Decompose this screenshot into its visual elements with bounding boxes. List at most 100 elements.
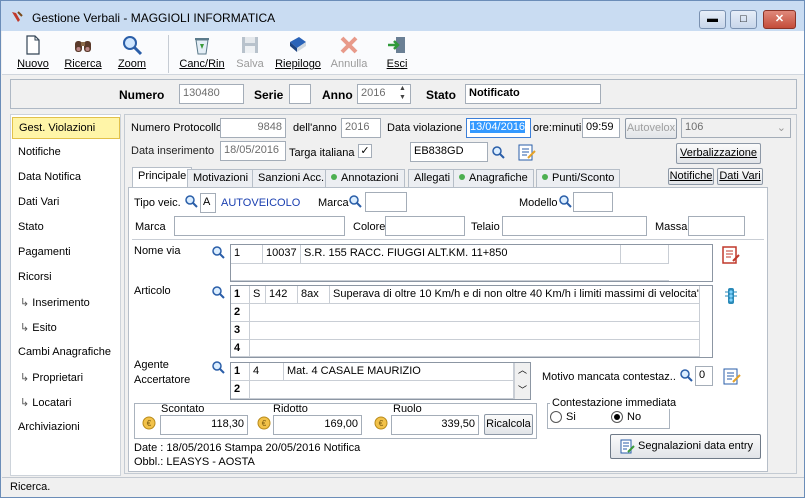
row-header: 1 [231, 363, 250, 381]
ridotto-field[interactable]: 169,00 [273, 415, 362, 435]
table-row[interactable] [250, 340, 700, 357]
zoom-button[interactable]: Zoom [116, 34, 148, 74]
table-cell[interactable]: 142 [266, 286, 298, 304]
nav-cambi-anagrafiche[interactable]: Cambi Anagrafiche [12, 342, 120, 364]
massa-field[interactable] [688, 216, 745, 236]
salva-button[interactable]: Salva [234, 34, 266, 74]
nav-data-notifica[interactable]: Data Notifica [12, 167, 120, 189]
canc-rin-button[interactable]: Canc/Rin [178, 34, 226, 74]
tab-punti-sconto[interactable]: Punti/Sconto [536, 169, 621, 187]
scrollbar[interactable]: ︿ ﹀ [514, 363, 530, 399]
autovelox-select[interactable]: 106 ⌄ [681, 118, 791, 138]
marca-code-field[interactable] [365, 192, 407, 212]
close-button[interactable]: ✕ [763, 10, 796, 29]
scroll-up-icon[interactable]: ︿ [518, 363, 527, 376]
riepilogo-button[interactable]: Riepilogo [273, 34, 323, 74]
tipo-veicolo-code[interactable]: A [200, 193, 216, 213]
table-cell[interactable]: Superava di oltre 10 Km/h e di non oltre… [330, 286, 700, 304]
table-row[interactable] [231, 264, 669, 281]
nav-stato[interactable]: Stato [12, 217, 120, 239]
motivo-field[interactable]: 0 [695, 366, 713, 386]
serie-field[interactable] [289, 84, 311, 104]
table-cell[interactable]: 10037 [263, 245, 301, 264]
nav-inserimento[interactable]: ↳ Inserimento [12, 292, 120, 314]
si-label: Si [566, 411, 576, 423]
annulla-button[interactable]: Annulla [329, 34, 369, 74]
tab-annotazioni[interactable]: Annotazioni [325, 169, 405, 187]
nav-notifiche[interactable]: Notifiche [12, 142, 120, 164]
telaio-field[interactable] [502, 216, 647, 236]
esci-button[interactable]: Esci [382, 34, 412, 74]
ore-minuti-field[interactable]: 09:59 [582, 118, 620, 138]
scontato-field[interactable]: 118,30 [160, 415, 248, 435]
tab-anagrafiche[interactable]: Anagrafiche [453, 169, 534, 187]
table-cell[interactable]: S.R. 155 RACC. FIUGGI ALT.KM. 11+850 [301, 245, 621, 264]
table-cell[interactable]: 1 [231, 245, 263, 264]
colore-field[interactable] [385, 216, 465, 236]
tab-allegati[interactable]: Allegati [408, 169, 457, 187]
search-icon[interactable] [211, 245, 225, 259]
verbalizzazione-button[interactable]: Verbalizzazione [676, 143, 761, 164]
targa-field[interactable]: EB838GD [410, 142, 488, 162]
dati-vari-button[interactable]: Dati Vari [717, 168, 763, 185]
search-icon[interactable] [558, 194, 572, 208]
nav-archiviazioni[interactable]: Archiviazioni [12, 417, 120, 439]
toolbar: Nuovo Ricerca Zoom Canc/Rin Salva Riepil… [2, 31, 804, 75]
protocollo-field[interactable]: 9848 [220, 118, 286, 138]
table-cell[interactable] [621, 245, 669, 264]
table-cell[interactable]: S [250, 286, 266, 304]
no-radio[interactable] [611, 411, 623, 423]
search-icon[interactable] [211, 285, 225, 299]
minimize-button[interactable]: ▬ [699, 10, 726, 29]
tab-punti-sconto-label: Punti/Sconto [552, 172, 615, 184]
magnifier-icon [123, 36, 143, 56]
nav-gest-violazioni[interactable]: Gest. Violazioni [12, 117, 120, 139]
nav-esito[interactable]: ↳ Esito [12, 317, 120, 339]
targa-italiana-checkbox[interactable]: ✓ [358, 144, 372, 158]
numero-field[interactable]: 130480 [179, 84, 244, 104]
data-violazione-field[interactable]: 13/04/2016 [466, 118, 531, 138]
ore-minuti-label: ore:minuti [533, 122, 582, 134]
segnalazioni-button[interactable]: Segnalazioni data entry [610, 434, 761, 459]
tab-principale[interactable]: Principale [132, 167, 193, 187]
marca-desc-field[interactable] [174, 216, 345, 236]
notifiche-button[interactable]: Notifiche [668, 168, 714, 185]
si-radio[interactable] [550, 411, 562, 423]
ricerca-button[interactable]: Ricerca [62, 34, 104, 74]
nav-ricorsi[interactable]: Ricorsi [12, 267, 120, 289]
modello-field[interactable] [573, 192, 613, 212]
search-icon[interactable] [184, 194, 198, 208]
nav-dati-vari[interactable]: Dati Vari [12, 192, 120, 214]
nav-proprietari[interactable]: ↳ Proprietari [12, 367, 120, 389]
stepper-down-icon[interactable]: ▼ [399, 94, 406, 101]
search-icon[interactable] [211, 360, 225, 374]
ruolo-field[interactable]: 339,50 [391, 415, 479, 435]
autovelox-button[interactable]: Autovelox [625, 118, 677, 139]
table-cell[interactable]: 8ax [298, 286, 330, 304]
data-inserimento-field[interactable]: 18/05/2016 [220, 141, 286, 161]
stato-field[interactable]: Notificato [465, 84, 601, 104]
table-row[interactable] [250, 304, 700, 322]
nav-locatari[interactable]: ↳ Locatari [12, 392, 120, 414]
table-row[interactable] [250, 381, 514, 399]
search-icon[interactable] [348, 194, 362, 208]
dell-anno-field[interactable]: 2016 [341, 118, 381, 138]
table-cell[interactable]: 4 [250, 363, 284, 381]
maximize-button[interactable]: □ [730, 10, 757, 29]
search-icon[interactable] [491, 145, 505, 159]
nuovo-button[interactable]: Nuovo [14, 34, 52, 74]
edit-notes-icon[interactable] [722, 366, 742, 386]
nav-pagamenti[interactable]: Pagamenti [12, 242, 120, 264]
tab-sanzioni-acc[interactable]: Sanzioni Acc. [252, 169, 331, 187]
table-row[interactable] [250, 322, 700, 340]
search-icon[interactable] [679, 368, 693, 382]
tab-motivazioni[interactable]: Motivazioni [187, 169, 255, 187]
edit-notes-icon[interactable] [517, 142, 537, 162]
stepper-up-icon[interactable]: ▲ [399, 85, 406, 92]
ricalcola-button[interactable]: Ricalcola [484, 414, 533, 435]
toolbar-separator [168, 35, 169, 73]
traffic-light-icon[interactable] [723, 286, 739, 306]
scroll-down-icon[interactable]: ﹀ [518, 383, 527, 396]
table-cell[interactable]: Mat. 4 CASALE MAURIZIO [284, 363, 514, 381]
edit-document-icon[interactable] [721, 245, 741, 265]
